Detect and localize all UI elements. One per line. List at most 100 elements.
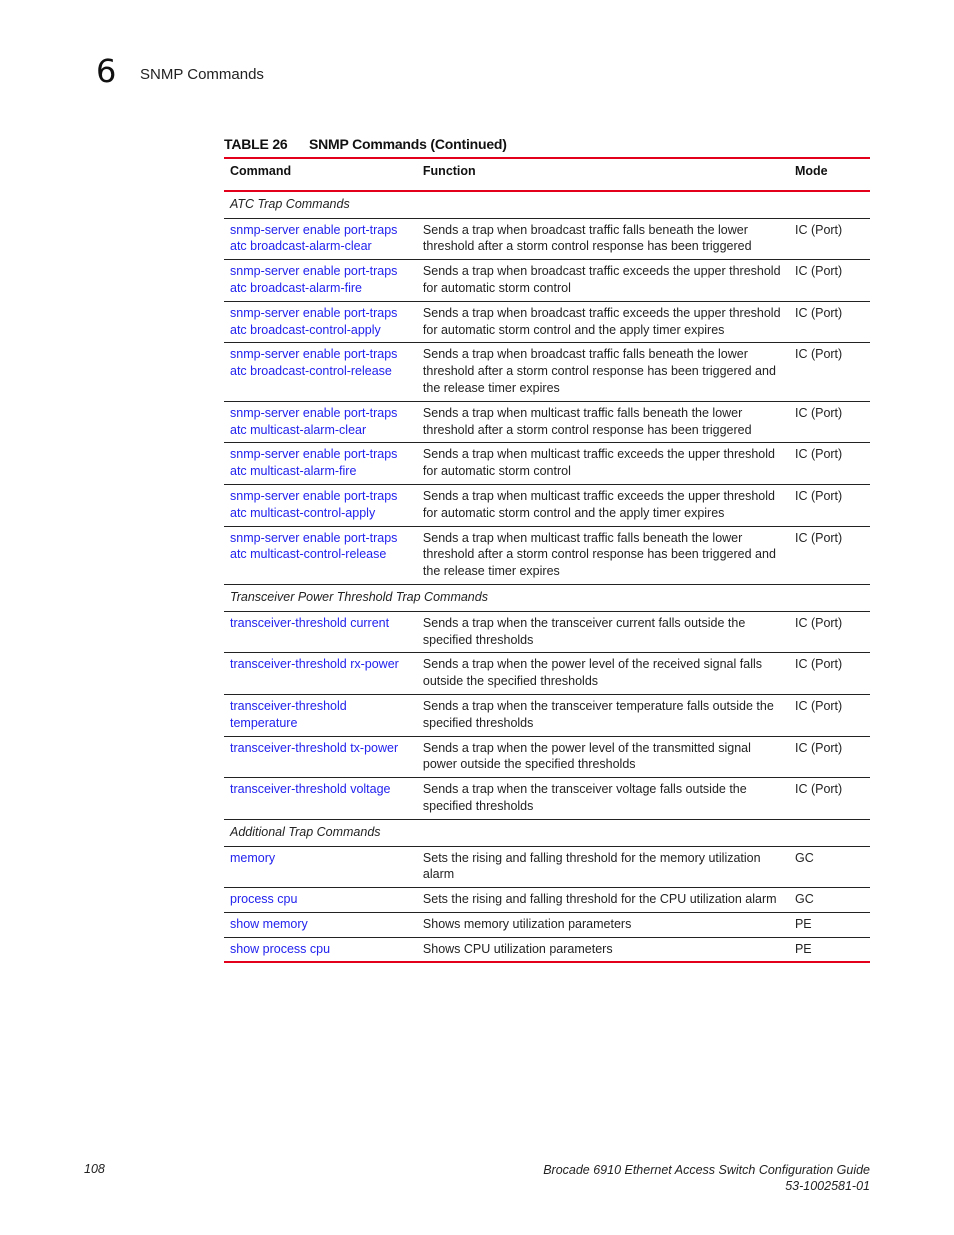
command-link[interactable]: transceiver-threshold voltage	[230, 782, 391, 796]
command-cell: show process cpu	[224, 937, 417, 962]
function-cell: Sends a trap when multicast traffic exce…	[422, 488, 775, 520]
table-row: transceiver-threshold current Sends a tra…	[224, 611, 870, 653]
function-cell: Sends a trap when broadcast traffic exce…	[422, 305, 781, 337]
section-title: Additional Trap Commands	[230, 824, 381, 839]
command-link[interactable]: snmp-server enable port-traps atc multic…	[230, 531, 397, 562]
function-cell: Sends a trap when the transceiver curren…	[422, 615, 746, 647]
table-row: transceiver-threshold tx-power Sends a tr…	[224, 736, 870, 778]
mode-cell: IC (Port)	[794, 222, 843, 237]
table-row: snmp-server enable port-traps atc broadc…	[224, 343, 870, 402]
command-link[interactable]: snmp-server enable port-traps atc multic…	[230, 447, 397, 478]
command-cell: transceiver-threshold temperature	[224, 694, 417, 736]
table-row: transceiver-threshold rx-power Sends a tr…	[224, 653, 870, 695]
command-link[interactable]: snmp-server enable port-traps atc broadc…	[230, 264, 397, 295]
mode-cell: IC (Port)	[794, 447, 843, 462]
chapter-number: 6	[96, 52, 117, 90]
command-link[interactable]: snmp-server enable port-traps atc broadc…	[230, 223, 397, 254]
command-cell: transceiver-threshold current	[224, 611, 417, 653]
command-link[interactable]: transceiver-threshold temperature	[230, 699, 347, 730]
mode-cell: GC	[794, 892, 814, 907]
command-cell: transceiver-threshold tx-power	[224, 736, 417, 778]
table-caption: TABLE 26 SNMP Commands (Continued)	[224, 136, 507, 152]
column-header-function: Function	[422, 164, 476, 178]
snmp-commands-table: Command Function Mode ATC Trap Commands s…	[224, 157, 870, 963]
command-link[interactable]: transceiver-threshold current	[230, 616, 389, 630]
page-number: 108	[84, 1162, 105, 1176]
mode-cell: PE	[794, 941, 812, 956]
table-row: process cpu Sets the rising and falling t…	[224, 888, 870, 913]
command-cell: snmp-server enable port-traps atc broadc…	[224, 301, 417, 343]
section-title: ATC Trap Commands	[230, 196, 350, 211]
column-header-command: Command	[230, 164, 292, 178]
function-cell: Sends a trap when multicast traffic exce…	[422, 447, 775, 479]
function-cell: Shows CPU utilization parameters	[422, 941, 613, 956]
command-link[interactable]: snmp-server enable port-traps atc broadc…	[230, 306, 397, 337]
table-row: snmp-server enable port-traps atc multic…	[224, 484, 870, 527]
function-cell: Sends a trap when the power level of the…	[422, 657, 762, 689]
command-cell: snmp-server enable port-traps atc broadc…	[224, 218, 417, 260]
function-cell: Sends a trap when broadcast traffic fall…	[422, 347, 776, 395]
function-cell: Sends a trap when broadcast traffic exce…	[422, 264, 781, 295]
command-link[interactable]: snmp-server enable port-traps atc broadc…	[230, 347, 397, 378]
function-cell: Sends a trap when multicast traffic fall…	[422, 530, 776, 579]
mode-cell: IC (Port)	[794, 405, 843, 420]
command-link[interactable]: show process cpu	[230, 942, 330, 956]
mode-cell: PE	[794, 916, 812, 931]
command-cell: snmp-server enable port-traps atc multic…	[224, 526, 417, 584]
table-row: memory Sets the rising and falling thresh…	[224, 846, 870, 888]
table-header-row: Command Function Mode	[224, 158, 870, 191]
section-header-row: Additional Trap Commands	[224, 819, 870, 846]
command-link[interactable]: process cpu	[230, 892, 297, 906]
mode-cell: IC (Port)	[794, 488, 843, 503]
table-row: show memory Shows memory utilization para…	[224, 912, 870, 938]
function-cell: Sends a trap when multicast traffic fall…	[422, 405, 752, 437]
mode-cell: IC (Port)	[794, 740, 843, 755]
table-row: snmp-server enable port-traps atc multic…	[224, 526, 870, 585]
table-row: snmp-server enable port-traps atc multic…	[224, 443, 870, 485]
command-cell: memory	[224, 846, 417, 888]
table-title: SNMP Commands (Continued)	[309, 136, 507, 152]
function-cell: Sends a trap when the transceiver temper…	[422, 698, 774, 730]
column-header-mode: Mode	[794, 164, 828, 178]
command-link[interactable]: transceiver-threshold tx-power	[230, 741, 398, 755]
function-cell: Sends a trap when the transceiver voltag…	[422, 782, 747, 813]
mode-cell: IC (Port)	[794, 615, 843, 630]
mode-cell: IC (Port)	[794, 264, 843, 279]
mode-cell: GC	[794, 850, 814, 865]
command-cell: snmp-server enable port-traps atc multic…	[224, 401, 417, 443]
mode-cell: IC (Port)	[794, 782, 843, 797]
table-row: transceiver-threshold voltage Sends a tra…	[224, 778, 870, 820]
function-cell: Sends a trap when the power level of the…	[422, 740, 751, 772]
command-link[interactable]: memory	[230, 851, 275, 865]
command-cell: snmp-server enable port-traps atc multic…	[224, 443, 417, 485]
command-cell: transceiver-threshold rx-power	[224, 653, 417, 695]
table-row: transceiver-threshold temperature Sends a…	[224, 694, 870, 737]
chapter-title: SNMP Commands	[140, 66, 264, 83]
table-row: snmp-server enable port-traps atc broadc…	[224, 301, 870, 343]
command-cell: snmp-server enable port-traps atc broadc…	[224, 343, 417, 401]
doc-number: 53-1002581-01	[785, 1179, 870, 1193]
command-link[interactable]: show memory	[230, 917, 308, 931]
mode-cell: IC (Port)	[794, 698, 843, 713]
command-link[interactable]: transceiver-threshold rx-power	[230, 657, 399, 671]
section-title: Transceiver Power Threshold Trap Command…	[230, 589, 488, 604]
table-body: ATC Trap Commands snmp-server enable port…	[224, 191, 870, 963]
function-cell: Shows memory utilization parameters	[422, 916, 632, 931]
command-cell: process cpu	[224, 888, 417, 913]
section-header-row: Transceiver Power Threshold Trap Command…	[224, 584, 870, 612]
command-cell: show memory	[224, 912, 417, 937]
command-cell: transceiver-threshold voltage	[224, 778, 417, 820]
section-header-row: ATC Trap Commands	[224, 191, 870, 219]
mode-cell: IC (Port)	[794, 305, 843, 320]
function-cell: Sets the rising and falling threshold fo…	[422, 850, 761, 882]
command-link[interactable]: snmp-server enable port-traps atc multic…	[230, 406, 397, 437]
function-cell: Sends a trap when broadcast traffic fall…	[422, 222, 752, 254]
table-number: TABLE 26	[224, 136, 288, 152]
table-row: snmp-server enable port-traps atc broadc…	[224, 260, 870, 302]
function-cell: Sets the rising and falling threshold fo…	[422, 892, 777, 907]
footer-doc-info: Brocade 6910 Ethernet Access Switch Conf…	[543, 1162, 870, 1194]
mode-cell: IC (Port)	[794, 657, 843, 672]
mode-cell: IC (Port)	[794, 530, 843, 545]
command-link[interactable]: snmp-server enable port-traps atc multic…	[230, 489, 397, 520]
guide-title: Brocade 6910 Ethernet Access Switch Conf…	[543, 1163, 870, 1177]
